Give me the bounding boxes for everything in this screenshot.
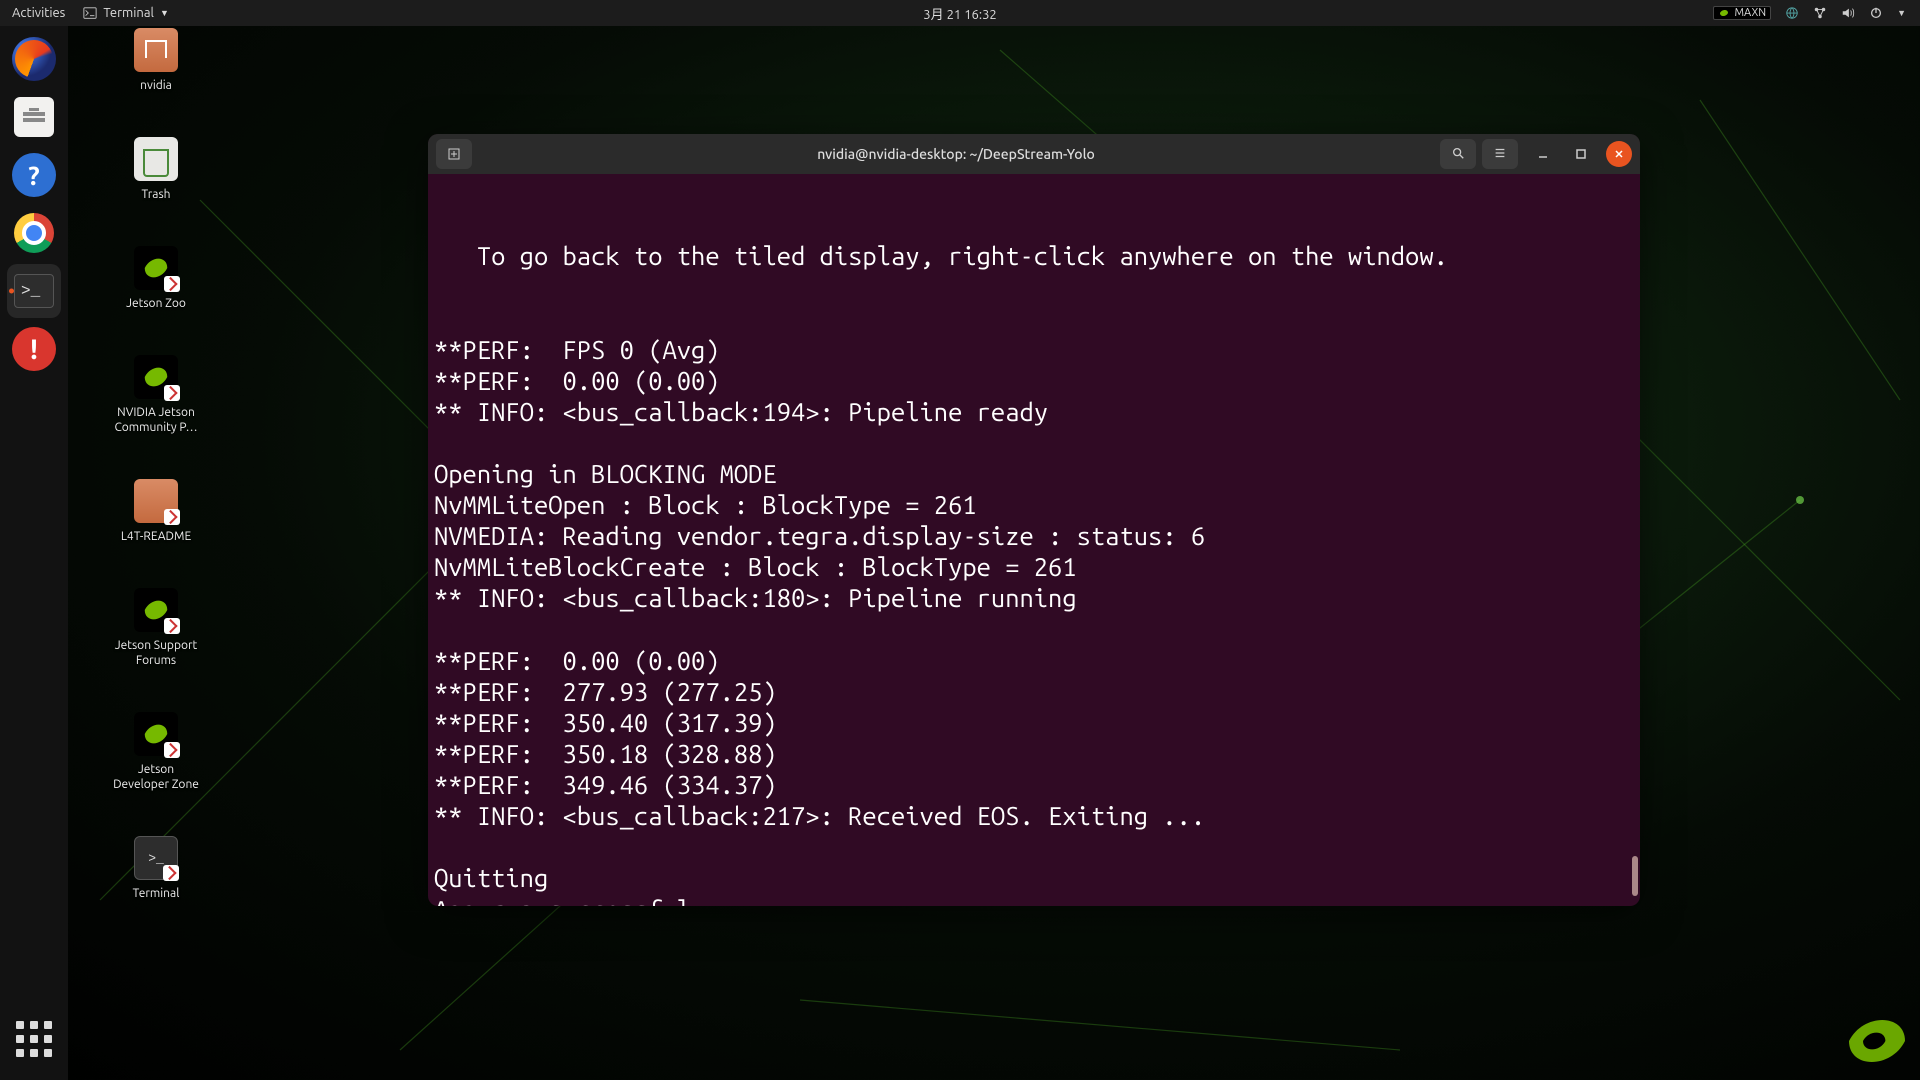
desktop-icon-label: Terminal bbox=[96, 886, 216, 901]
terminal-line: NvMMLiteOpen : Block : BlockType = 261 bbox=[434, 489, 1634, 520]
desktop-icon-label: Jetson Support Forums bbox=[96, 638, 216, 668]
shortcut-badge-icon bbox=[164, 276, 180, 292]
clock[interactable]: 3月 21 16:32 bbox=[923, 4, 996, 23]
minimize-button[interactable] bbox=[1530, 141, 1556, 167]
terminal-line: Quitting bbox=[434, 862, 1634, 893]
terminal-body[interactable]: To go back to the tiled display, right-c… bbox=[428, 174, 1640, 906]
shortcut-badge-icon bbox=[164, 385, 180, 401]
nvidia-icon bbox=[1718, 7, 1730, 19]
app-menu-label: Terminal bbox=[103, 6, 154, 20]
desktop-icon[interactable]: nvidia bbox=[96, 28, 216, 93]
dock-firefox[interactable] bbox=[7, 32, 61, 86]
terminal-line: **PERF: FPS 0 (Avg) bbox=[434, 334, 1634, 365]
terminal-line: NvMMLiteBlockCreate : Block : BlockType … bbox=[434, 551, 1634, 582]
globe-icon[interactable] bbox=[1785, 6, 1799, 20]
desktop-icon[interactable]: L4T-README bbox=[96, 479, 216, 544]
desktop-icon-label: NVIDIA Jetson Community P… bbox=[96, 405, 216, 435]
files-icon bbox=[14, 97, 54, 137]
search-button[interactable] bbox=[1440, 139, 1476, 169]
terminal-line bbox=[434, 831, 1634, 862]
desktop-icon[interactable]: Trash bbox=[96, 137, 216, 202]
dock-terminal[interactable]: >_ bbox=[7, 264, 61, 318]
network-icon[interactable] bbox=[1813, 6, 1827, 20]
terminal-line bbox=[434, 302, 1634, 333]
desktop-icon-label: Jetson Developer Zone bbox=[96, 762, 216, 792]
close-button[interactable] bbox=[1606, 141, 1632, 167]
show-applications-button[interactable] bbox=[7, 1012, 61, 1066]
nvidia-watermark bbox=[1842, 1014, 1912, 1072]
desktop-icon[interactable]: >_ Terminal bbox=[96, 836, 216, 901]
terminal-line: **PERF: 0.00 (0.00) bbox=[434, 365, 1634, 396]
terminal-line bbox=[434, 271, 1634, 302]
shortcut-badge-icon bbox=[164, 742, 180, 758]
terminal-line: ** INFO: <bus_callback:217>: Received EO… bbox=[434, 800, 1634, 831]
activities-button[interactable]: Activities bbox=[12, 6, 65, 20]
nvlogo-link-icon bbox=[134, 712, 178, 756]
terminal-window: nvidia@nvidia-desktop: ~/DeepStream-Yolo… bbox=[428, 134, 1640, 906]
volume-icon[interactable] bbox=[1841, 6, 1855, 20]
shortcut-badge-icon bbox=[163, 865, 179, 881]
terminal-line: App run successful bbox=[434, 894, 1634, 906]
terminal-line: To go back to the tiled display, right-c… bbox=[434, 240, 1634, 271]
terminal-line: NVMEDIA: Reading vendor.tegra.display-si… bbox=[434, 520, 1634, 551]
chromium-icon bbox=[14, 213, 54, 253]
nvlogo-link-icon bbox=[134, 246, 178, 290]
gnome-topbar: Activities Terminal ▼ 3月 21 16:32 MAXN bbox=[0, 0, 1920, 26]
terminal-line bbox=[434, 614, 1634, 645]
desktop-icon[interactable]: Jetson Support Forums bbox=[96, 588, 216, 668]
nvlogo-link-icon bbox=[134, 355, 178, 399]
terminal-icon bbox=[83, 6, 97, 20]
terminal-line bbox=[434, 427, 1634, 458]
terminal-link-icon: >_ bbox=[134, 836, 178, 880]
chevron-down-icon[interactable]: ▼ bbox=[1897, 8, 1906, 18]
desktop-icon-label: L4T-README bbox=[96, 529, 216, 544]
folder-home-icon bbox=[134, 28, 178, 72]
terminal-line: **PERF: 350.40 (317.39) bbox=[434, 707, 1634, 738]
desktop-icon[interactable]: NVIDIA Jetson Community P… bbox=[96, 355, 216, 435]
help-icon: ? bbox=[12, 153, 56, 197]
dock: ? >_ ! bbox=[0, 26, 68, 1080]
desktop-icon-label: nvidia bbox=[96, 78, 216, 93]
power-icon[interactable] bbox=[1869, 6, 1883, 20]
shortcut-badge-icon bbox=[164, 618, 180, 634]
alert-icon: ! bbox=[12, 327, 56, 371]
search-icon bbox=[1451, 146, 1465, 163]
terminal-line: ** INFO: <bus_callback:180>: Pipeline ru… bbox=[434, 582, 1634, 613]
app-menu[interactable]: Terminal ▼ bbox=[83, 6, 169, 20]
terminal-icon: >_ bbox=[14, 274, 54, 308]
terminal-line: **PERF: 350.18 (328.88) bbox=[434, 738, 1634, 769]
maximize-button[interactable] bbox=[1568, 141, 1594, 167]
new-tab-button[interactable] bbox=[436, 139, 472, 169]
desktop-icon-label: Jetson Zoo bbox=[96, 296, 216, 311]
dock-help[interactable]: ? bbox=[7, 148, 61, 202]
desktop-icon-label: Trash bbox=[96, 187, 216, 202]
chevron-down-icon: ▼ bbox=[160, 8, 169, 18]
terminal-line: ** INFO: <bus_callback:194>: Pipeline re… bbox=[434, 396, 1634, 427]
folder-link-icon bbox=[134, 479, 178, 523]
terminal-line: Opening in BLOCKING MODE bbox=[434, 458, 1634, 489]
desktop: nvidia Trash Jetson Zoo NVIDIA Jetson Commu… bbox=[96, 28, 216, 945]
hamburger-icon bbox=[1493, 146, 1507, 163]
scrollbar-thumb[interactable] bbox=[1632, 856, 1638, 896]
shortcut-badge-icon bbox=[164, 509, 180, 525]
terminal-line: **PERF: 277.93 (277.25) bbox=[434, 676, 1634, 707]
nvlogo-link-icon bbox=[134, 588, 178, 632]
menu-button[interactable] bbox=[1482, 139, 1518, 169]
dock-apport[interactable]: ! bbox=[7, 322, 61, 376]
desktop-icon[interactable]: Jetson Developer Zone bbox=[96, 712, 216, 792]
terminal-line: **PERF: 349.46 (334.37) bbox=[434, 769, 1634, 800]
dock-chromium[interactable] bbox=[7, 206, 61, 260]
terminal-title: nvidia@nvidia-desktop: ~/DeepStream-Yolo bbox=[478, 146, 1434, 162]
trash-icon bbox=[134, 137, 178, 181]
desktop-icon[interactable]: Jetson Zoo bbox=[96, 246, 216, 311]
power-mode-indicator[interactable]: MAXN bbox=[1713, 6, 1771, 20]
dock-files[interactable] bbox=[7, 90, 61, 144]
terminal-titlebar[interactable]: nvidia@nvidia-desktop: ~/DeepStream-Yolo bbox=[428, 134, 1640, 174]
terminal-line: **PERF: 0.00 (0.00) bbox=[434, 645, 1634, 676]
